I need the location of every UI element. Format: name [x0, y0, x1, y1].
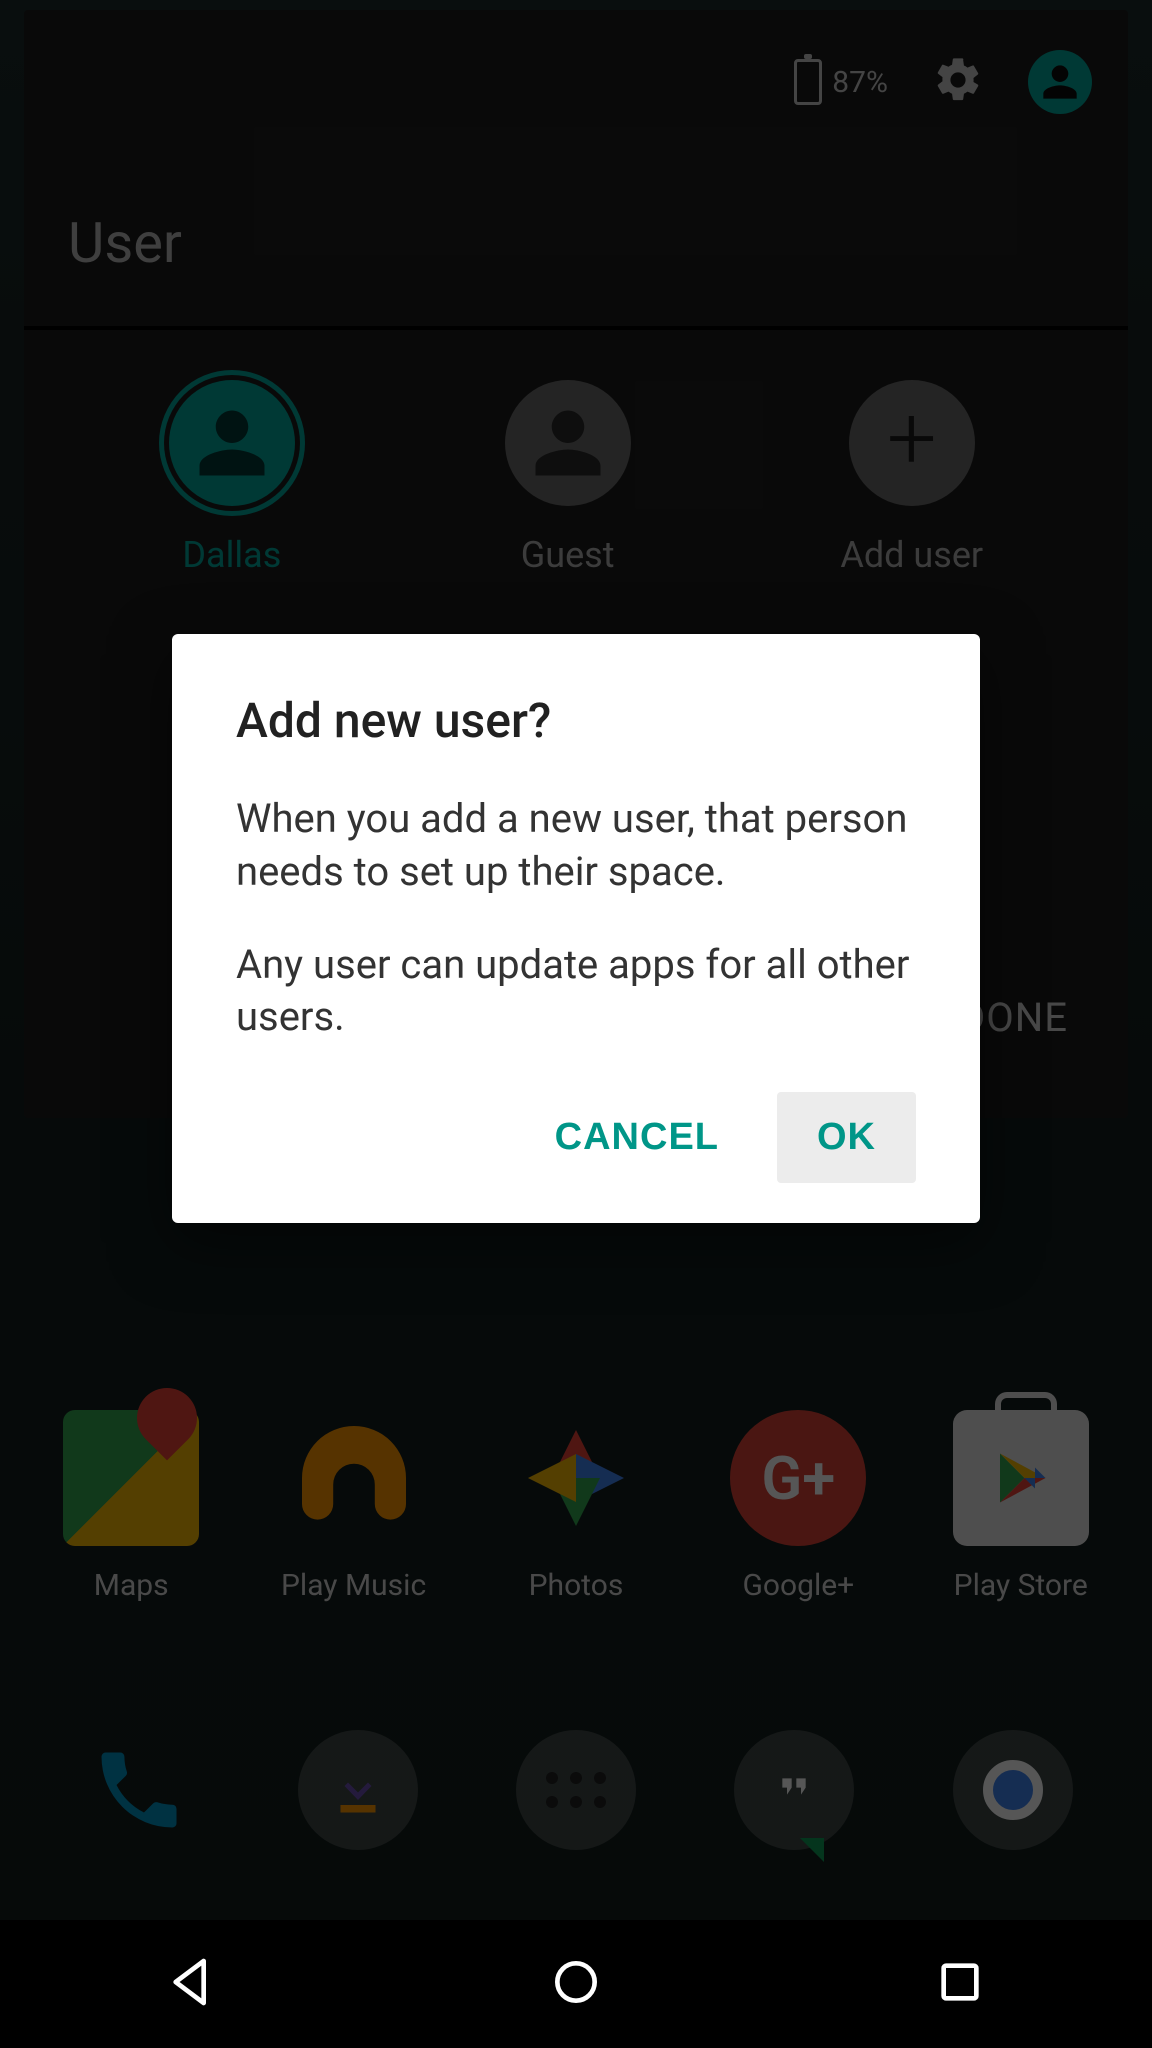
back-icon	[164, 1954, 220, 2010]
recents-icon	[932, 1954, 988, 2010]
dialog-actions: CANCEL OK	[236, 1092, 916, 1183]
nav-back-button[interactable]	[164, 1954, 220, 2014]
nav-recents-button[interactable]	[932, 1954, 988, 2014]
dialog-scrim[interactable]: Add new user? When you add a new user, t…	[0, 0, 1152, 2048]
dialog-body: When you add a new user, that person nee…	[236, 793, 916, 1044]
home-icon	[548, 1954, 604, 2010]
ok-button[interactable]: OK	[777, 1092, 916, 1183]
cancel-button[interactable]: CANCEL	[515, 1092, 759, 1183]
dialog-body-line1: When you add a new user, that person nee…	[236, 793, 916, 899]
navigation-bar	[0, 1920, 1152, 2048]
dialog-title: Add new user?	[236, 692, 916, 749]
home-screen: 87% User Dallas Guest	[0, 0, 1152, 2048]
add-user-dialog: Add new user? When you add a new user, t…	[172, 634, 980, 1223]
dialog-body-line2: Any user can update apps for all other u…	[236, 939, 916, 1045]
nav-home-button[interactable]	[548, 1954, 604, 2014]
